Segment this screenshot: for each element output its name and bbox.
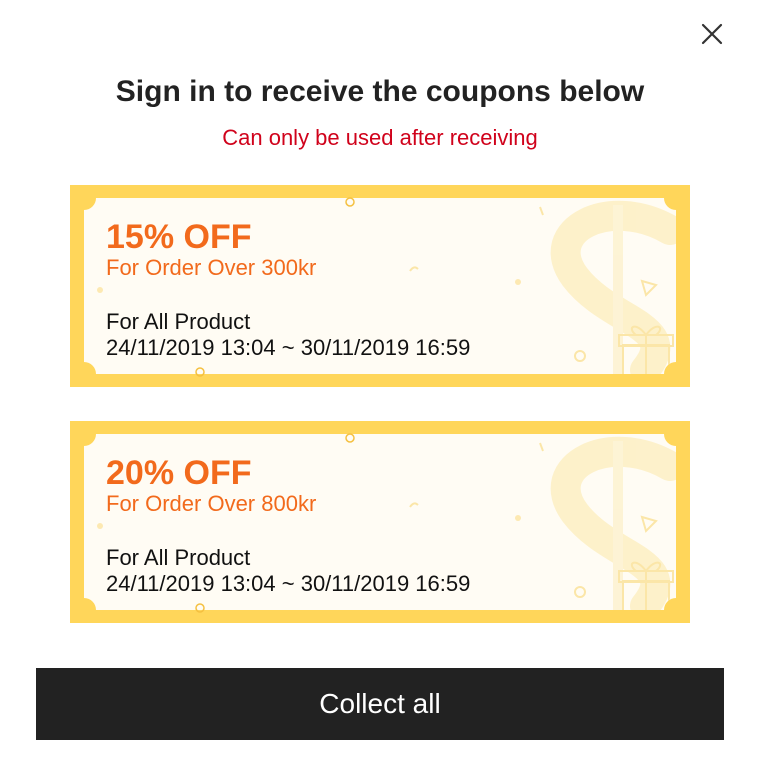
coupon-card: 20% OFF For Order Over 800kr For All Pro… (70, 421, 690, 623)
modal-title: Sign in to receive the coupons below (115, 75, 645, 108)
coupon-scope: For All Product (106, 309, 251, 334)
modal-subtitle: Can only be used after receiving (222, 125, 538, 150)
close-icon (701, 23, 723, 45)
close-button[interactable] (698, 20, 726, 48)
coupon-discount: 15% OFF (106, 218, 252, 256)
coupon-condition: For Order Over 800kr (106, 491, 317, 516)
collect-all-button[interactable]: Collect all (36, 668, 724, 740)
coupon-card: 15% OFF For Order Over 300kr For All Pro… (70, 185, 690, 387)
coupon-discount: 20% OFF (106, 454, 252, 492)
coupon-scope: For All Product (106, 545, 251, 570)
coupon-validity: 24/11/2019 13:04 ~ 30/11/2019 16:59 (106, 335, 471, 360)
coupon-condition: For Order Over 300kr (106, 255, 317, 280)
coupon-validity: 24/11/2019 13:04 ~ 30/11/2019 16:59 (106, 571, 471, 596)
